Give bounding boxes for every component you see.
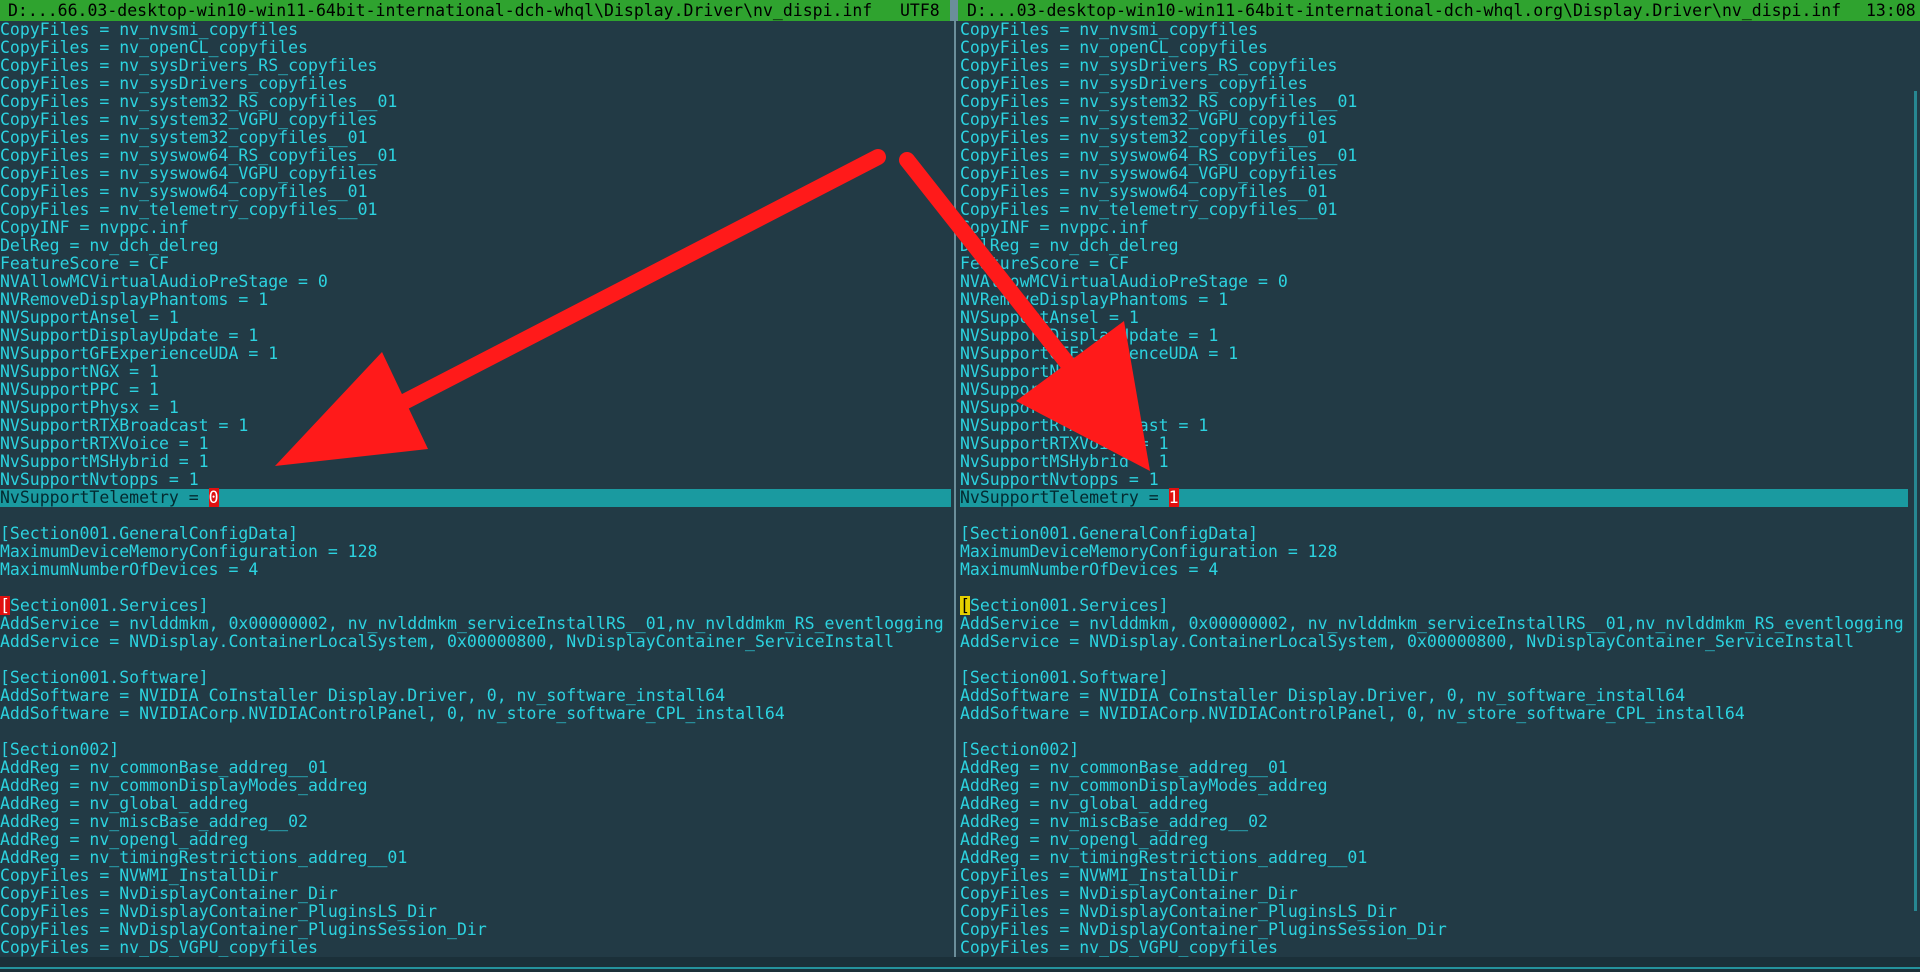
arrow-left-icon xyxy=(275,149,886,466)
arrow-right-icon xyxy=(899,152,1150,471)
annotation-arrows xyxy=(275,149,1150,471)
